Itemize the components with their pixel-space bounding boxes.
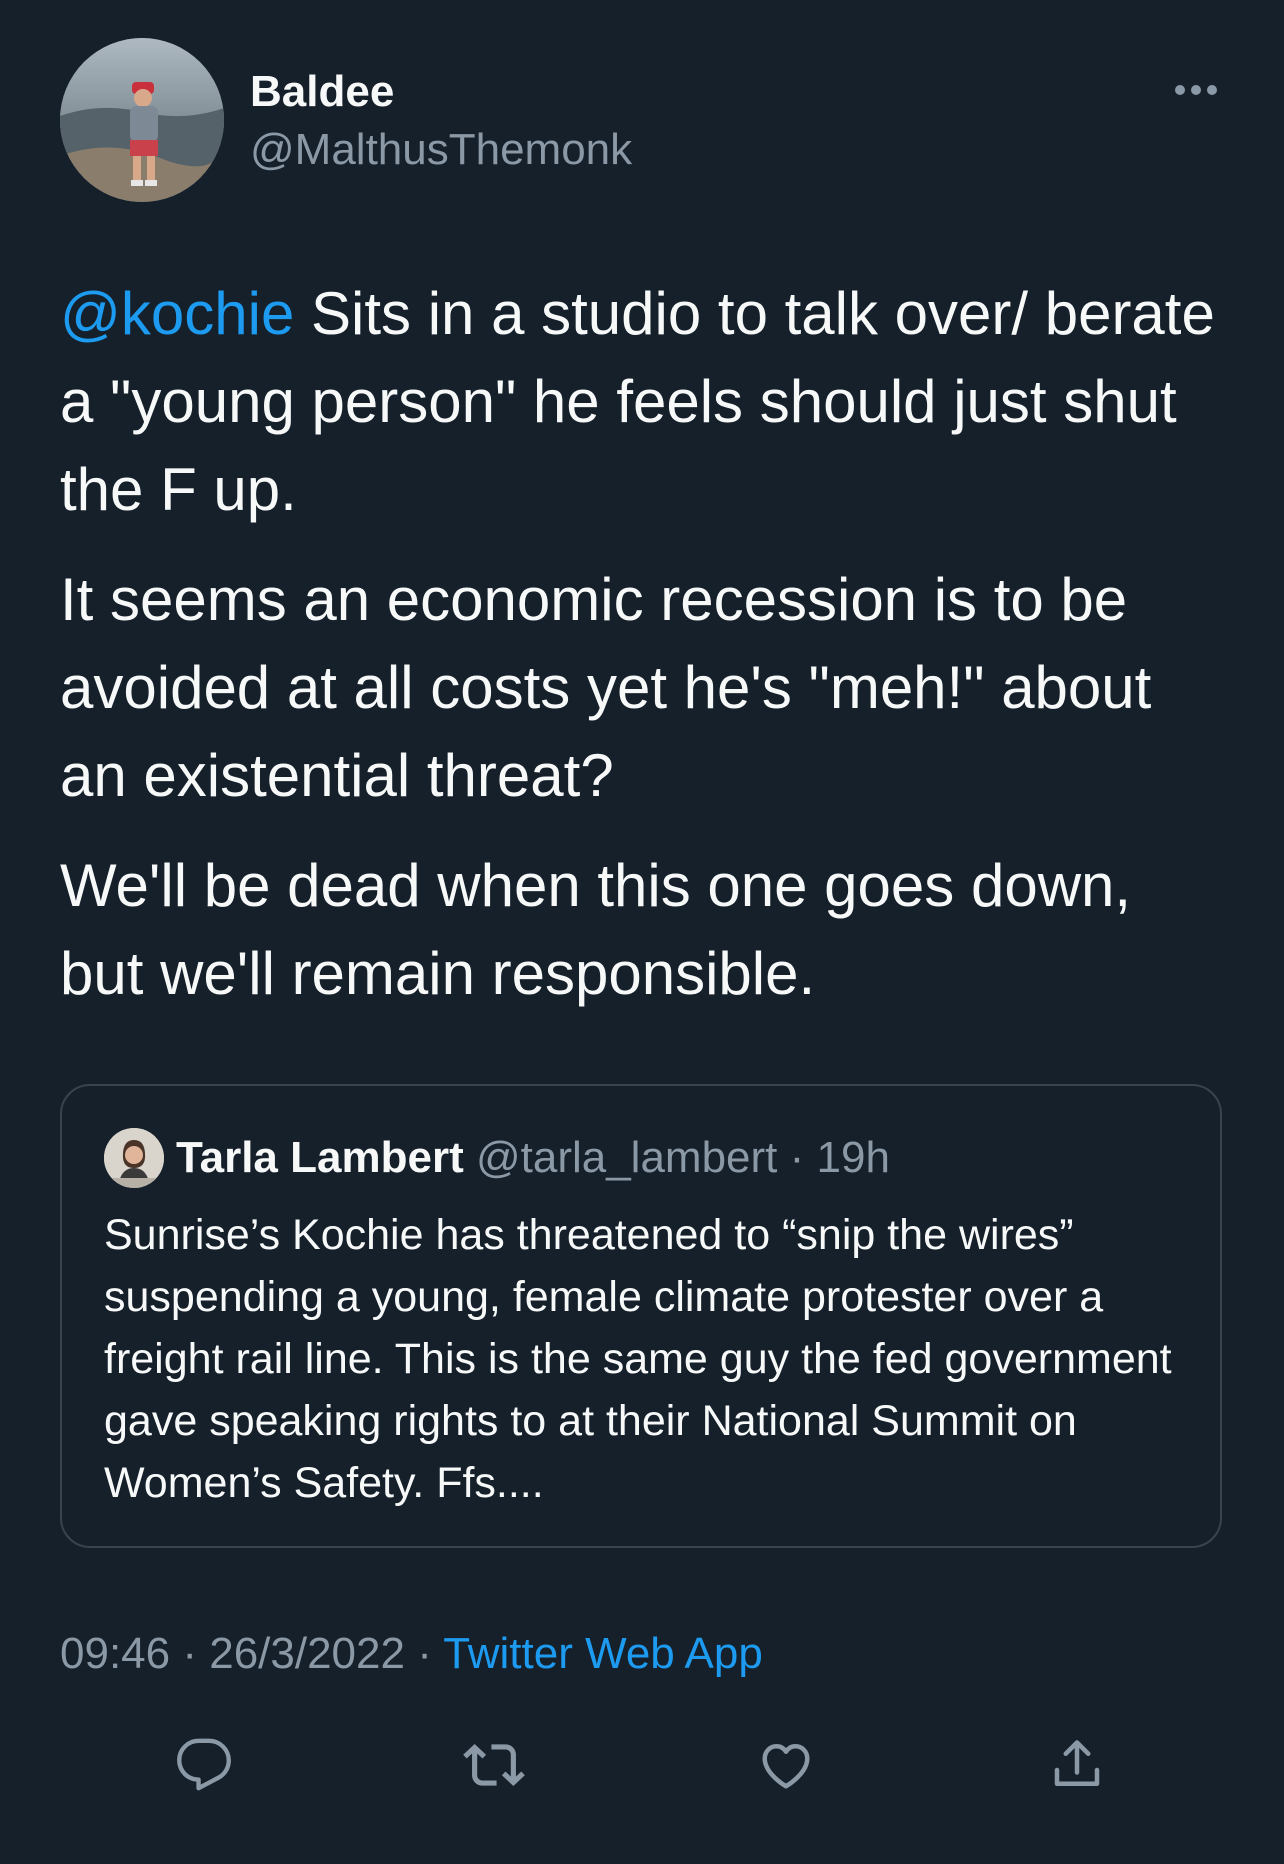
reply-icon bbox=[177, 1738, 231, 1791]
tweet-action-bar bbox=[0, 1730, 1284, 1800]
quoted-author-avatar[interactable] bbox=[104, 1128, 164, 1188]
like-button[interactable] bbox=[751, 1730, 821, 1800]
quoted-time-ago[interactable]: 19h bbox=[817, 1133, 890, 1182]
tweet-meta: 09:46 · 26/3/2022 · Twitter Web App bbox=[60, 1624, 763, 1684]
mention-link[interactable]: @kochie bbox=[60, 280, 294, 347]
tweet-text: @kochie Sits in a studio to talk over/ b… bbox=[60, 270, 1230, 1040]
quoted-tweet-header: Tarla Lambert @tarla_lambert · 19h bbox=[176, 1128, 890, 1188]
reply-button[interactable] bbox=[169, 1730, 239, 1800]
quoted-author-name[interactable]: Tarla Lambert bbox=[176, 1133, 464, 1182]
tweet-date[interactable]: 26/3/2022 bbox=[209, 1629, 405, 1678]
more-options-icon[interactable] bbox=[1170, 70, 1222, 110]
heart-icon bbox=[762, 1744, 810, 1789]
tweet-paragraph-1: @kochie Sits in a studio to talk over/ b… bbox=[60, 270, 1230, 534]
author-avatar[interactable] bbox=[60, 38, 224, 202]
author-handle[interactable]: @MalthusThemonk bbox=[250, 124, 632, 176]
profile-photo-icon bbox=[60, 38, 224, 202]
quoted-tweet-text: Sunrise’s Kochie has threatened to “snip… bbox=[104, 1211, 1172, 1507]
tweet-time[interactable]: 09:46 bbox=[60, 1629, 170, 1678]
retweet-button[interactable] bbox=[459, 1730, 529, 1800]
quoted-tweet-card[interactable]: Tarla Lambert @tarla_lambert · 19h Sunri… bbox=[60, 1084, 1222, 1548]
author-name[interactable]: Baldee bbox=[250, 66, 394, 118]
share-icon bbox=[1054, 1740, 1100, 1786]
tweet-source-link[interactable]: Twitter Web App bbox=[443, 1629, 763, 1678]
retweet-icon bbox=[463, 1744, 525, 1786]
meta-separator-2: · bbox=[404, 1629, 444, 1678]
quoted-profile-photo-icon bbox=[104, 1128, 164, 1188]
tweet-paragraph-2: It seems an economic recession is to be … bbox=[60, 566, 1152, 809]
tweet-paragraph-3: We'll be dead when this one goes down, b… bbox=[60, 852, 1132, 1007]
meta-separator-1: · bbox=[170, 1629, 210, 1678]
quoted-author-handle[interactable]: @tarla_lambert bbox=[476, 1133, 777, 1182]
quoted-separator: · bbox=[777, 1133, 817, 1182]
share-button[interactable] bbox=[1042, 1730, 1112, 1800]
